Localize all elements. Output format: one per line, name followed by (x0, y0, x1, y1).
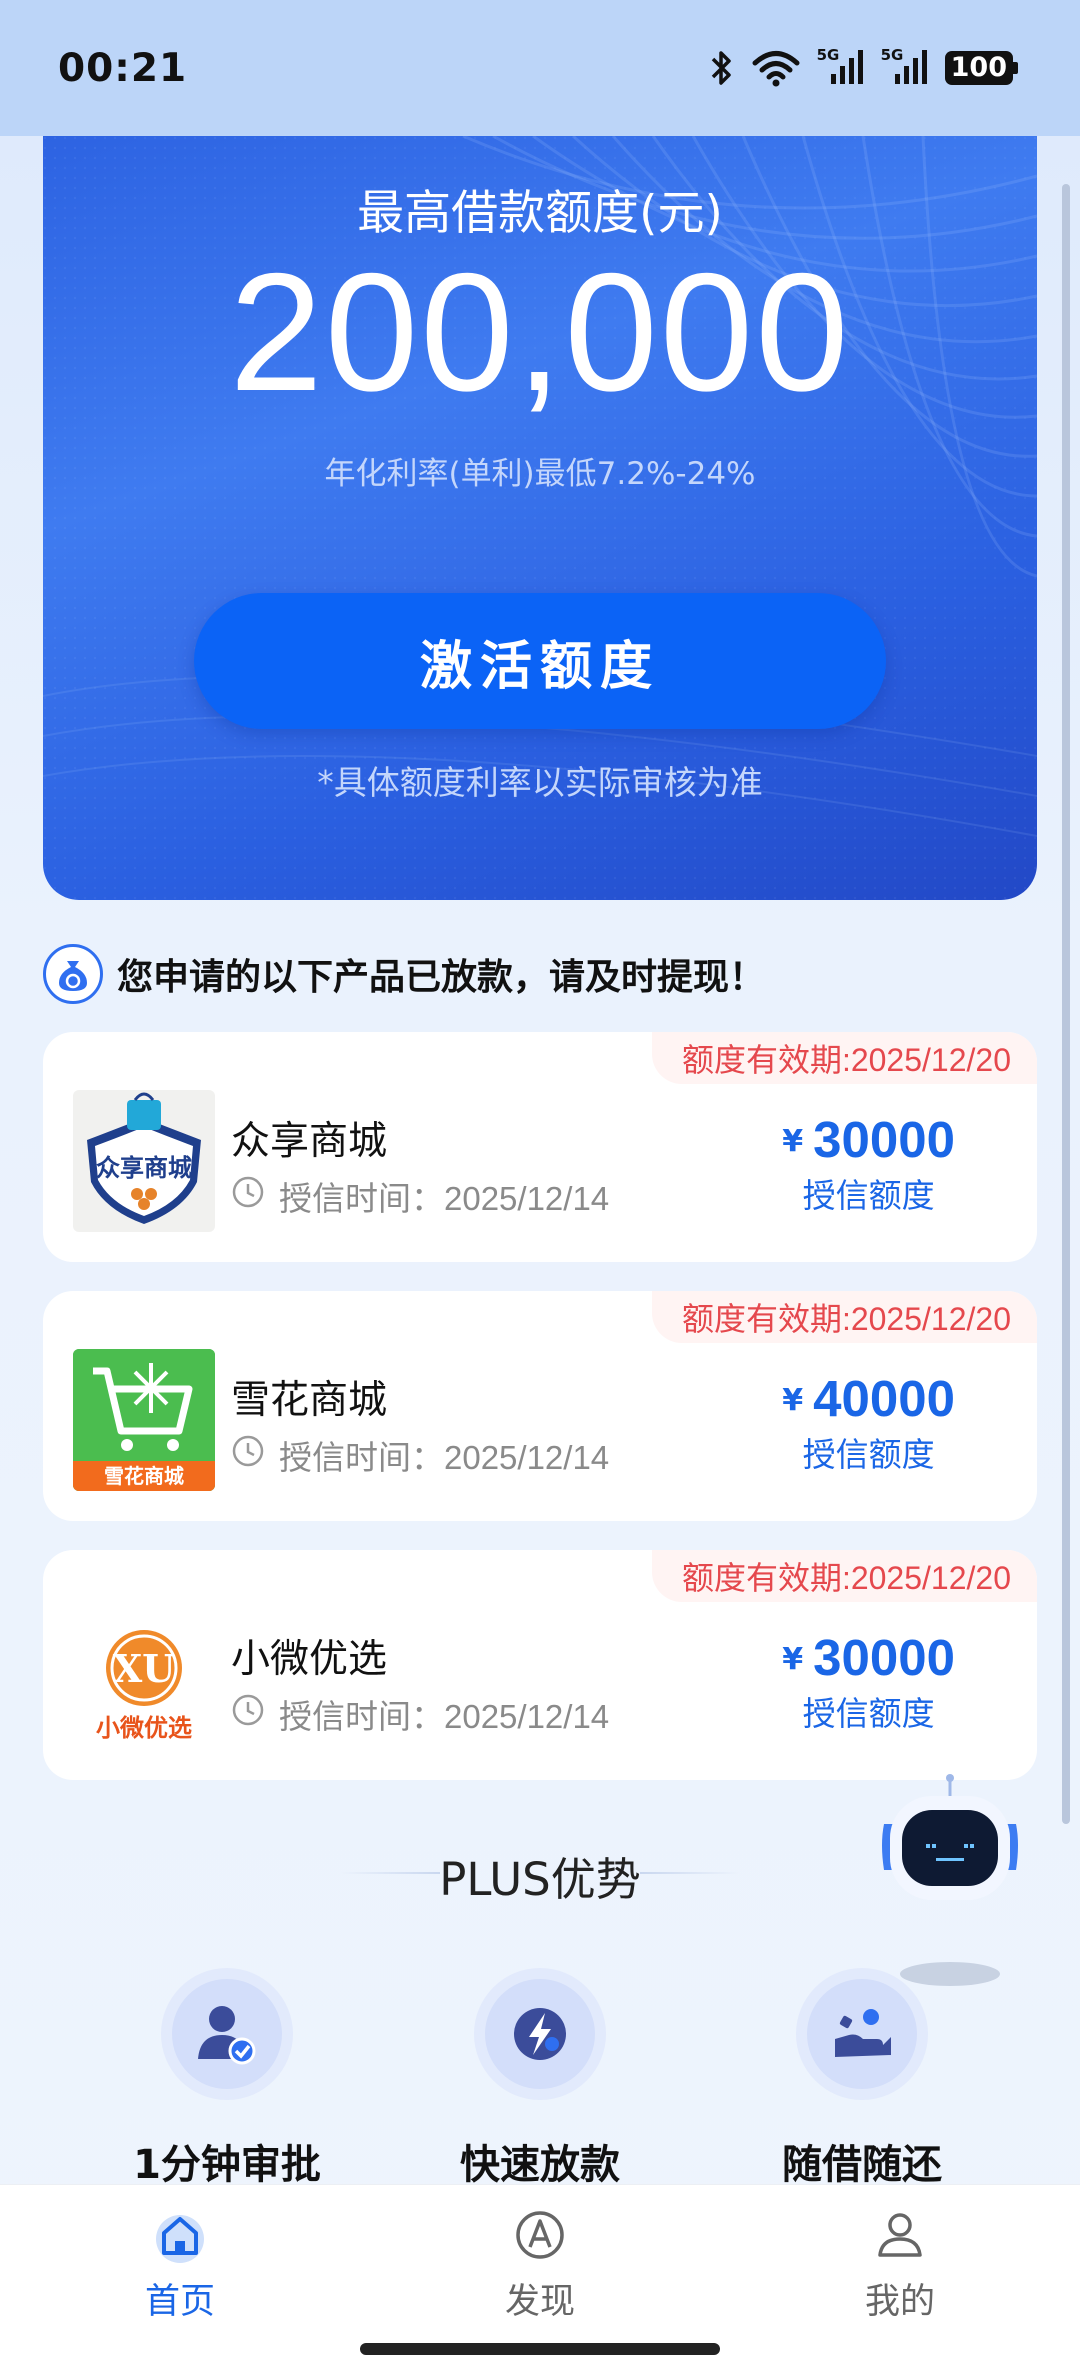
xuehua-logo: 雪花商城 (73, 1349, 215, 1491)
credit-amount: ¥40000 授信额度 (782, 1369, 955, 1476)
battery-icon: 100 (944, 51, 1018, 85)
clock-icon (231, 1434, 265, 1476)
nav-home[interactable]: 首页 (80, 2205, 280, 2324)
clock-icon (231, 1693, 265, 1735)
currency-symbol: ¥ (782, 1383, 804, 1418)
xiaowei-logo: XU 小微优选 (73, 1608, 215, 1750)
credit-expiry: 额度有效期:2025/12/20 (651, 1032, 1037, 1084)
credit-amount-label: 授信额度 (802, 1435, 935, 1474)
compass-icon (510, 2211, 570, 2269)
credit-time: 授信时间：2025/12/14 (231, 1431, 609, 1479)
status-icons: 5G 5G 100 (709, 46, 1018, 88)
bluetooth-icon (709, 48, 735, 88)
feature-label: 1分钟审批 (133, 2142, 321, 2188)
zhongxiang-logo-text: 众享商城 (96, 1154, 192, 1182)
credit-amount-label: 授信额度 (802, 1694, 935, 1733)
credit-amount: ¥30000 授信额度 (782, 1628, 955, 1735)
product-card-xiaowei[interactable]: 额度有效期:2025/12/20 XU 小微优选 小微优选 授信时间：2025/… (43, 1550, 1037, 1780)
max-credit-label: 最高借款额度(元) (357, 186, 723, 241)
credit-time-text: 授信时间：2025/12/14 (279, 1698, 610, 1735)
page: 00:21 5G 5G 100 最高借款额度(元) 200,000 年化利率(单… (0, 0, 1080, 2376)
xiaowei-logo-text: 小微优选 (96, 1714, 192, 1742)
status-bar: 00:21 5G 5G 100 (0, 0, 1080, 136)
credit-hero-card: 最高借款额度(元) 200,000 年化利率(单利)最低7.2%-24% 激活额… (43, 136, 1037, 900)
nav-mine-label: 我的 (864, 2282, 935, 2322)
nav-home-label: 首页 (144, 2282, 215, 2322)
credit-amount-value: 30000 (813, 1111, 955, 1168)
signal-icon-1: 5G (816, 46, 865, 88)
home-icon (150, 2215, 210, 2269)
credit-amount: ¥30000 授信额度 (782, 1110, 955, 1217)
credit-expiry: 额度有效期:2025/12/20 (651, 1291, 1037, 1343)
credit-time-text: 授信时间：2025/12/14 (279, 1439, 610, 1476)
wifi-icon (751, 48, 801, 88)
credit-time-text: 授信时间：2025/12/14 (279, 1180, 610, 1217)
credit-amount-label: 授信额度 (802, 1176, 935, 1215)
status-time: 00:21 (58, 45, 188, 91)
zhongxiang-logo: 众享商城 (73, 1090, 215, 1232)
product-card-xuehua[interactable]: 额度有效期:2025/12/20 雪花商城 雪花商城 授信时间：2025/12/… (43, 1291, 1037, 1521)
lightning-icon (485, 1979, 595, 2089)
scrollbar[interactable] (1062, 184, 1070, 1824)
credit-time: 授信时间：2025/12/14 (231, 1172, 609, 1220)
notice-text: 您申请的以下产品已放款，请及时提现！ (117, 957, 766, 998)
hand-coin-icon (807, 1979, 917, 2089)
max-credit-amount: 200,000 (229, 238, 851, 426)
person-icon (870, 2213, 930, 2269)
feature-fast-approval: 1分钟审批 (107, 1968, 347, 2190)
credit-amount-value: 30000 (813, 1629, 955, 1686)
feature-flexible-repay: 随借随还 (742, 1968, 982, 2190)
currency-symbol: ¥ (782, 1642, 804, 1677)
feature-label: 随借随还 (782, 2142, 942, 2188)
product-name: 雪花商城 (231, 1378, 388, 1423)
nav-discover[interactable]: 发现 (440, 2205, 640, 2324)
currency-symbol: ¥ (782, 1124, 804, 1159)
credit-disclaimer: *具体额度利率以实际审核为准 (317, 763, 763, 802)
clock-icon (231, 1175, 265, 1217)
xuehua-logo-text: 雪花商城 (104, 1464, 184, 1488)
nav-discover-label: 发现 (504, 2282, 575, 2322)
product-name: 小微优选 (231, 1637, 388, 1682)
credit-time: 授信时间：2025/12/14 (231, 1690, 609, 1738)
activate-credit-button[interactable]: 激活额度 (194, 593, 886, 729)
battery-level: 100 (944, 51, 1013, 85)
nav-mine[interactable]: 我的 (800, 2205, 1000, 2324)
assistant-robot-button[interactable] (870, 1774, 1030, 1994)
user-check-icon (172, 1979, 282, 2089)
svg-text:XU: XU (113, 1646, 176, 1691)
signal-icon-2: 5G (880, 46, 929, 88)
loan-notice: 您申请的以下产品已放款，请及时提现！ (43, 944, 765, 1004)
feature-label: 快速放款 (460, 2142, 620, 2188)
money-bag-icon (43, 944, 103, 1004)
signal-tag-2: 5G (880, 46, 904, 64)
credit-amount-value: 40000 (813, 1370, 955, 1427)
credit-expiry: 额度有效期:2025/12/20 (651, 1550, 1037, 1602)
interest-rate-text: 年化利率(单利)最低7.2%-24% (324, 456, 756, 492)
signal-tag-1: 5G (816, 46, 840, 64)
home-indicator[interactable] (360, 2343, 720, 2355)
product-name: 众享商城 (231, 1119, 388, 1164)
feature-fast-loan: 快速放款 (420, 1968, 660, 2190)
product-card-zhongxiang[interactable]: 额度有效期:2025/12/20 众享商城 众享商城 授信时间：2025/12/… (43, 1032, 1037, 1262)
